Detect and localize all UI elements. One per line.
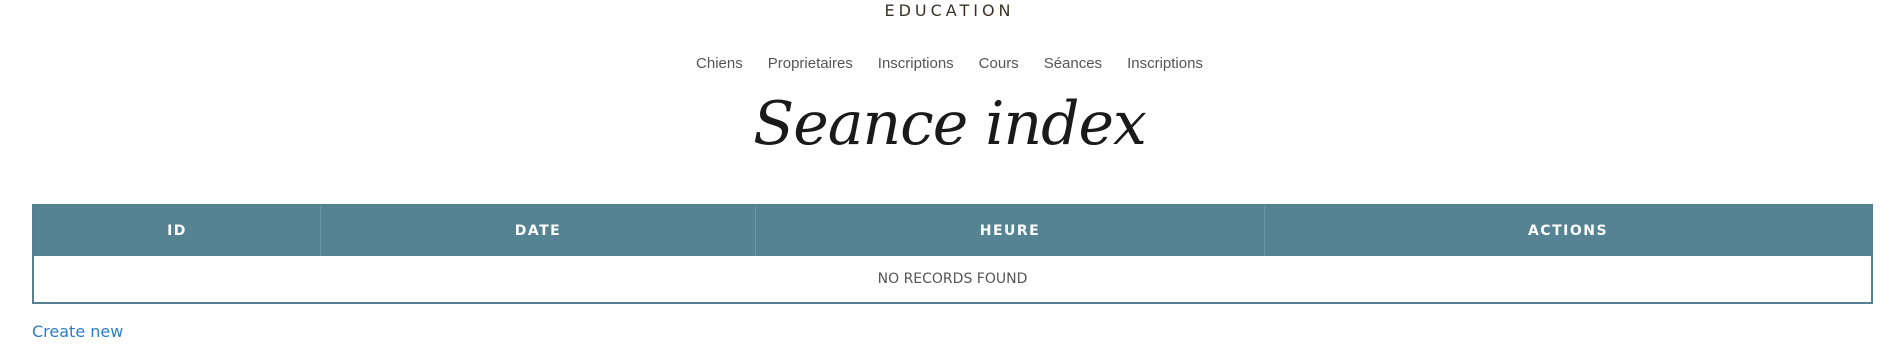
- seance-table: ID DATE HEURE ACTIONS NO RECORDS FOUND: [34, 206, 1871, 302]
- page: EDUCATION Chiens Proprietaires Inscripti…: [0, 0, 1899, 345]
- create-new-link[interactable]: Create new: [32, 322, 123, 341]
- column-header-actions[interactable]: ACTIONS: [1264, 206, 1871, 256]
- table-body: NO RECORDS FOUND: [34, 256, 1871, 302]
- nav-item-chiens[interactable]: Chiens: [696, 55, 743, 72]
- page-title: Seance index: [753, 89, 1147, 159]
- nav-item-inscriptions-2[interactable]: Inscriptions: [1127, 55, 1203, 72]
- seance-table-container: ID DATE HEURE ACTIONS NO RECORDS FOUND: [32, 204, 1873, 304]
- nav-item-seances[interactable]: Séances: [1044, 55, 1102, 72]
- column-header-id[interactable]: ID: [34, 206, 321, 256]
- main-nav: Chiens Proprietaires Inscriptions Cours …: [0, 55, 1899, 72]
- nav-item-cours[interactable]: Cours: [979, 55, 1019, 72]
- column-header-heure[interactable]: HEURE: [755, 206, 1265, 256]
- nav-item-inscriptions[interactable]: Inscriptions: [878, 55, 954, 72]
- column-header-date[interactable]: DATE: [320, 206, 756, 256]
- empty-message: NO RECORDS FOUND: [34, 256, 1871, 302]
- nav-item-proprietaires[interactable]: Proprietaires: [768, 55, 853, 72]
- table-row: NO RECORDS FOUND: [34, 256, 1871, 302]
- table-header-row: ID DATE HEURE ACTIONS: [34, 206, 1871, 256]
- table-header: ID DATE HEURE ACTIONS: [34, 206, 1871, 256]
- site-brand[interactable]: EDUCATION: [0, 0, 1899, 22]
